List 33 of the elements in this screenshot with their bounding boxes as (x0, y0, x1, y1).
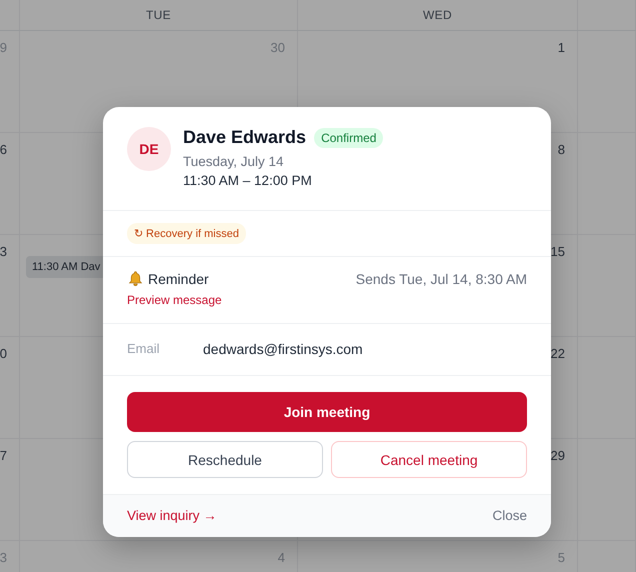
cancel-button[interactable]: Cancel meeting (331, 441, 527, 478)
bell-icon (127, 270, 144, 287)
day-number: 5 (558, 550, 565, 565)
day-number: 29 (550, 448, 565, 463)
day-number: 8 (558, 142, 565, 157)
field-label: Email (127, 341, 161, 357)
field-value: dedwards@firstinsys.com (203, 341, 363, 357)
day-number: 3 (0, 244, 7, 259)
day-number: 6 (0, 142, 7, 157)
avatar: DE (127, 127, 171, 171)
reminder-schedule: Sends Tue, Jul 14, 8:30 AM (356, 270, 527, 286)
day-number: 30 (270, 40, 285, 55)
view-inquiry-link[interactable]: View inquiry → (127, 508, 217, 523)
day-number: 0 (0, 346, 7, 361)
day-number: 7 (0, 448, 7, 463)
day-number: 22 (550, 346, 565, 361)
day-number: 1 (558, 40, 565, 55)
day-number: 3 (0, 550, 7, 565)
day-header: TUE (146, 8, 171, 22)
join-button[interactable]: Join meeting (127, 392, 527, 432)
day-header: WED (423, 8, 452, 22)
reschedule-button[interactable]: Reschedule (127, 441, 323, 478)
reminder-label: Reminder (148, 270, 209, 286)
tag-badge: ↻ Recovery if missed (127, 223, 246, 244)
close-button[interactable]: Close (492, 508, 527, 523)
day-number: 9 (0, 40, 7, 55)
preview-link[interactable]: Preview message (127, 293, 222, 307)
contact-name: Dave Edwards (183, 127, 306, 148)
day-number: 4 (278, 550, 285, 565)
day-number: 15 (550, 244, 565, 259)
status-badge: Confirmed (314, 128, 384, 148)
event-time: 11:30 AM – 12:00 PM (183, 173, 313, 188)
event-date: Tuesday, July 14 (183, 154, 285, 169)
